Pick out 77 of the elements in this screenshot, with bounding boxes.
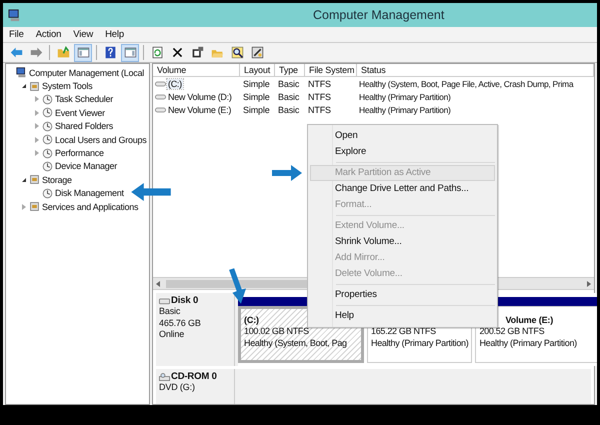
tree-item[interactable]: Event Viewer [55,108,105,118]
table-cell: NTFS [308,78,331,88]
tree-item[interactable]: Device Manager [55,161,118,172]
column-header[interactable]: Layout [240,64,275,77]
tree-item[interactable]: Local Users and Groups [55,134,147,145]
disk-name: Disk 0 [171,295,198,306]
partition-status: Healthy (Primary Partition) [371,338,468,349]
partition-name: (C:) [244,314,259,326]
drive-icon [155,80,166,88]
menu-item[interactable]: Help [105,29,124,40]
partition-size: 165.22 GB NTFS [371,326,437,338]
tree-item[interactable]: Shared Folders [55,121,114,132]
delete-icon [170,46,184,59]
partition-block[interactable]: Volume (E:) 200.52 GB NTFS Healthy (Primary Partition) [475,306,597,363]
menu-item[interactable]: Shrink Volume... [310,234,495,250]
partition-size: 200.52 GB NTFS [479,326,546,338]
drive-icon [155,106,166,114]
tree-item[interactable]: Disk Management [55,188,124,198]
disk-info: DVD (G:) [159,382,196,394]
computer-icon [16,67,27,78]
window-title: Computer Management [313,8,444,22]
folder-icon [56,46,70,59]
disk-name: CD-ROM 0 [171,371,217,382]
tree-item[interactable]: Performance [55,148,104,158]
forward-arrow-icon [30,46,42,59]
collapse-icon[interactable] [22,178,26,182]
column-header[interactable]: Volume [153,64,240,77]
table-cell: Healthy (Primary Partition) [359,92,451,102]
menu-item[interactable]: Properties [310,287,495,303]
table-cell: Healthy (Primary Partition) [359,104,451,114]
arrow-icon [272,165,302,181]
disk-info: 465.76 GB [159,318,202,329]
collapse-icon[interactable] [22,84,26,88]
table-cell: Healthy (System, Boot, Page File, Active, Crash Dump, Prima [359,78,574,88]
search-icon [230,46,244,59]
partition-status: Healthy (Primary Partition) [479,338,578,349]
back-arrow-icon [10,46,22,59]
menu-item[interactable]: Open [310,128,495,144]
table-cell: Simple [243,92,270,102]
refresh-icon [150,46,164,59]
partition-name: Volume (E:) [505,314,554,326]
table-cell[interactable]: New Volume (D:) [167,92,233,102]
disk-info: Basic [159,306,182,318]
help-icon [104,46,116,59]
tree-item[interactable]: Task Scheduler [55,94,114,104]
tree-item[interactable]: Storage [42,174,72,185]
table-cell[interactable]: (C:) [167,78,183,88]
optical-drive-icon [159,372,170,380]
menu-item[interactable]: Action [36,29,62,40]
tree-item[interactable]: Services and Applications [42,202,138,212]
panel-icon [76,46,90,59]
column-header[interactable]: Status [357,64,594,77]
table-cell: Simple [243,104,270,114]
tree-item[interactable]: Computer Management (Local [29,68,144,78]
menu-item[interactable]: Change Drive Letter and Paths... [310,181,495,197]
tree-item[interactable]: System Tools [42,81,92,92]
arrow-icon [131,183,171,201]
table-cell: NTFS [308,92,331,102]
drive-icon [155,92,166,100]
menu-item[interactable]: Explore [310,144,495,160]
disk-drive-icon [159,296,170,304]
table-cell: Basic [278,92,300,102]
table-cell: Simple [243,78,270,88]
menu-item[interactable]: View [73,29,94,40]
table-cell: Basic [278,78,300,88]
column-header[interactable]: Type [275,64,305,77]
panel-icon [124,46,136,59]
computer-icon [8,8,21,22]
partition-size: 100.02 GB NTFS [244,326,310,338]
menu-item[interactable]: File [9,29,24,40]
properties-icon [190,46,204,59]
table-cell[interactable]: New Volume (E:) [167,104,232,114]
disk-info: Online [159,329,186,340]
table-cell: NTFS [308,104,331,114]
column-header[interactable]: File System [305,64,357,77]
partition-status: Healthy (System, Boot, Pag [244,338,348,349]
table-cell: Basic [278,104,300,114]
